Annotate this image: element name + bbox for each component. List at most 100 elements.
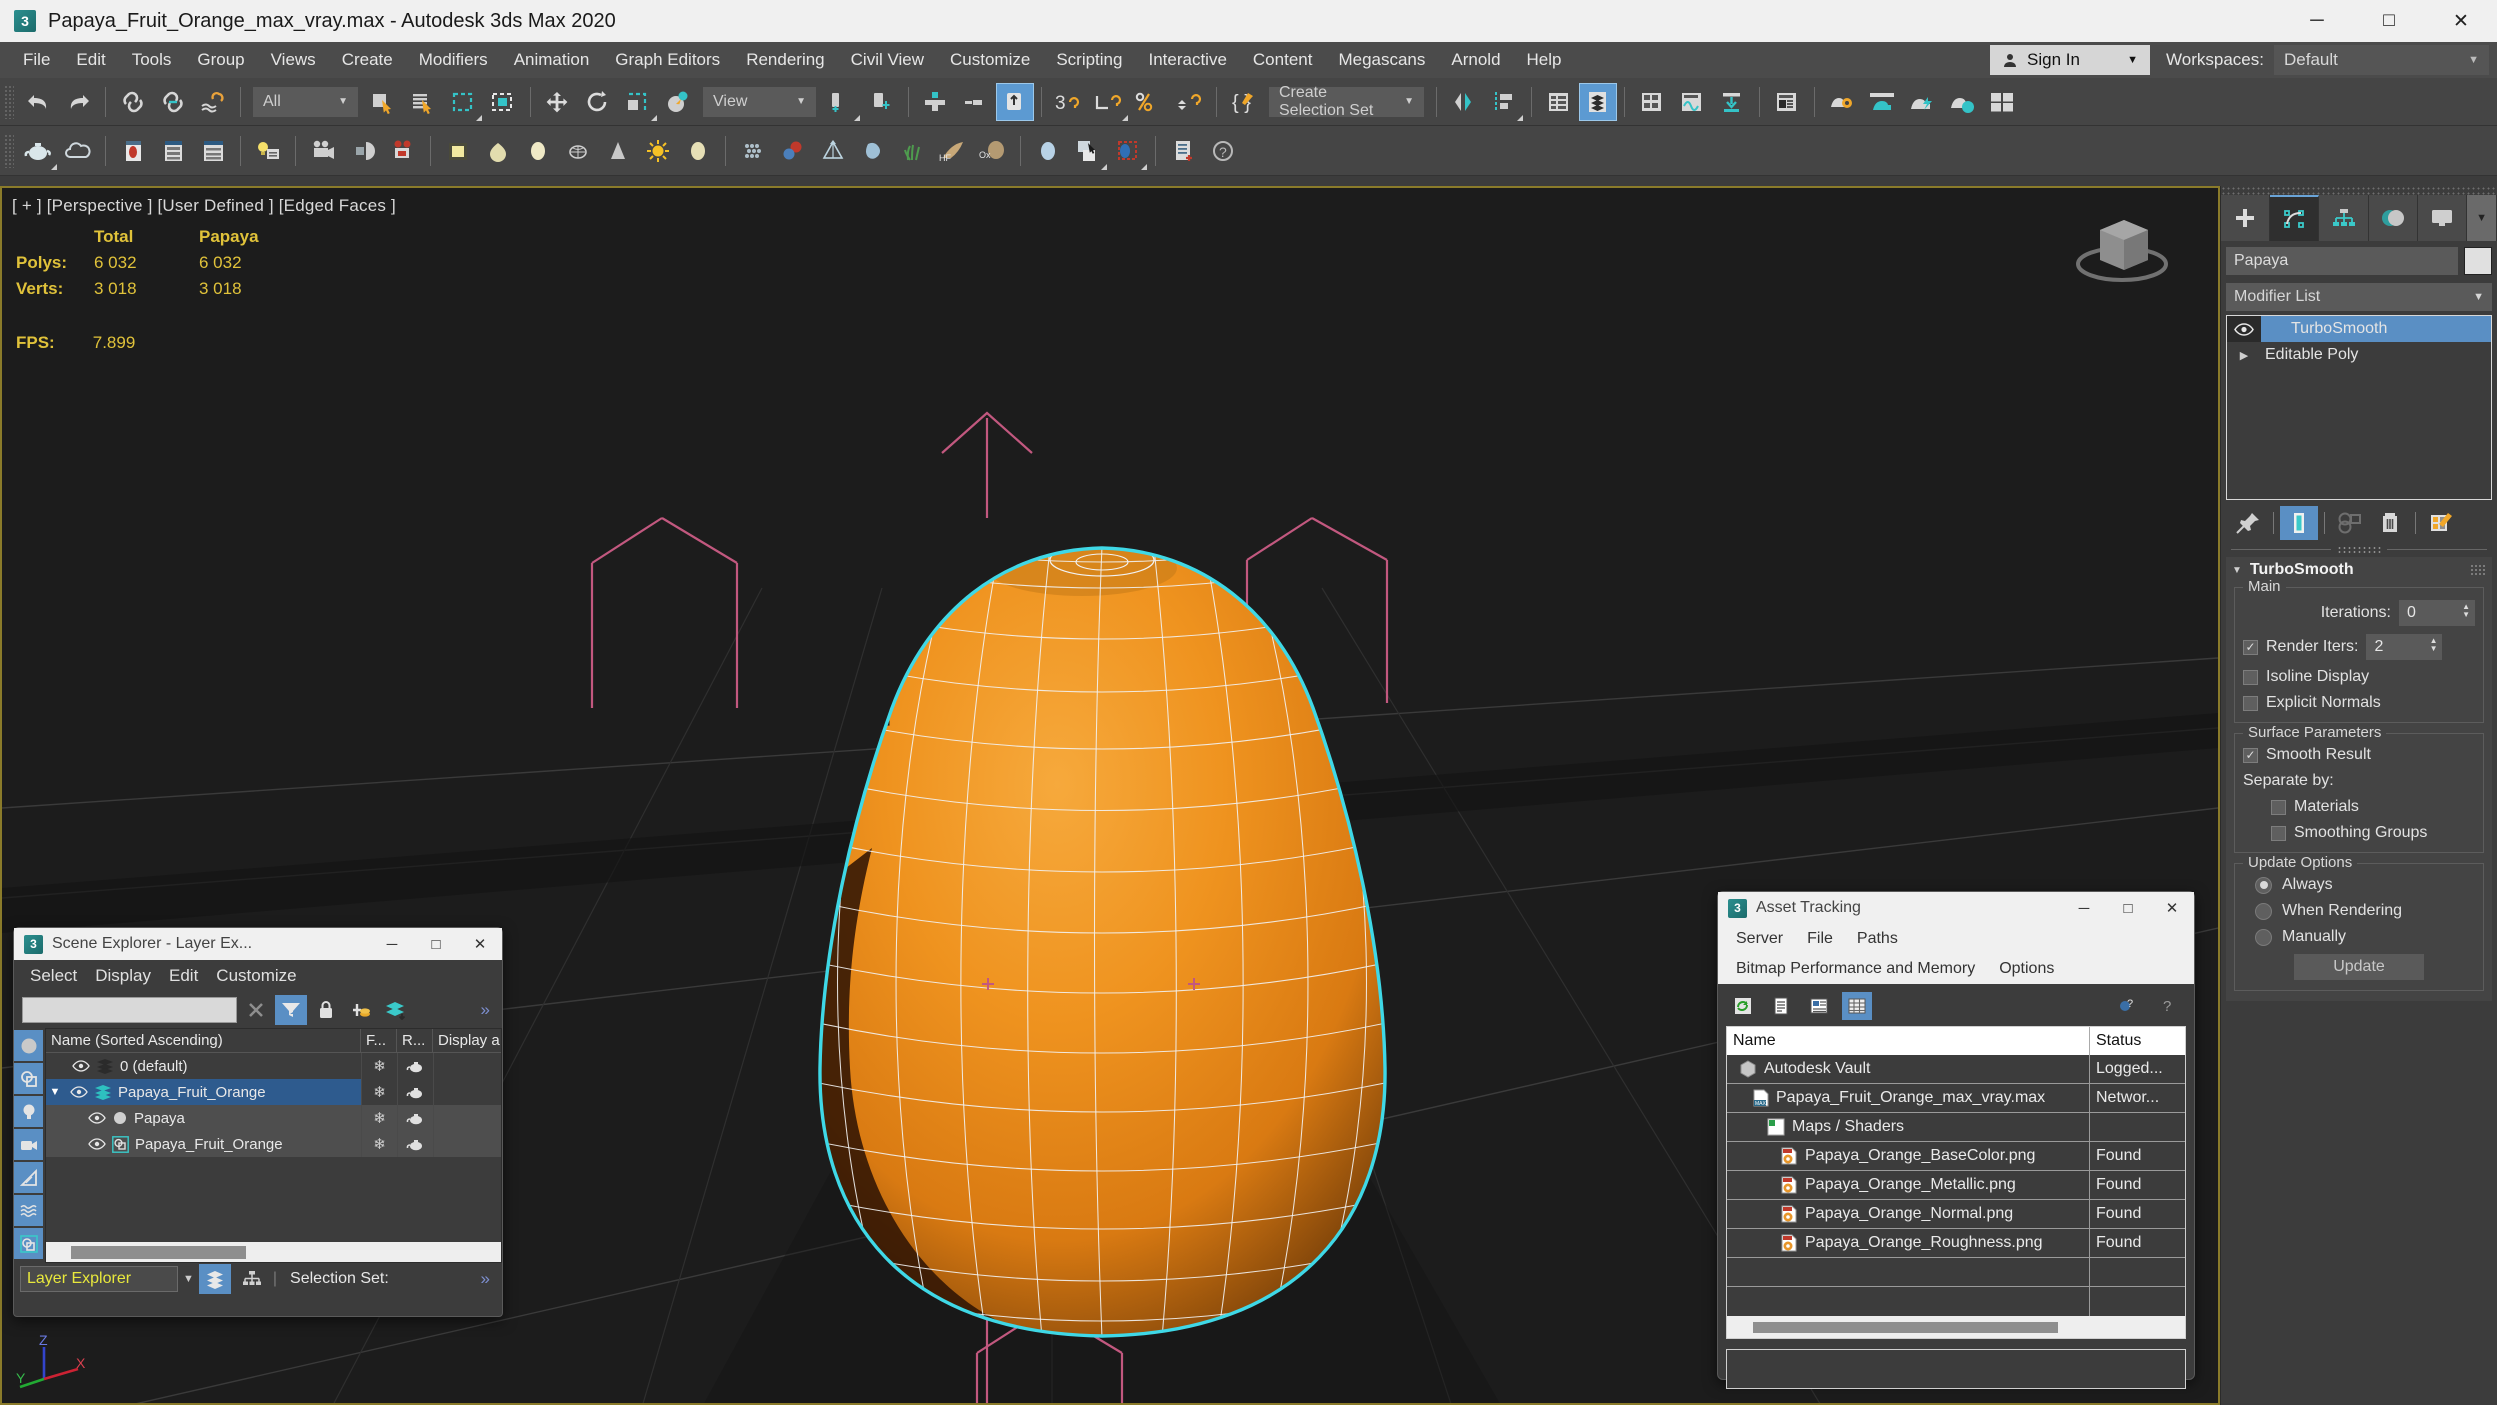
menu-graph-editors[interactable]: Graph Editors [602, 46, 733, 74]
spinner-snap-toggle-icon[interactable] [1169, 82, 1209, 122]
hair-fur-material-icon[interactable]: HF [933, 131, 973, 171]
sun-light-icon[interactable] [638, 131, 678, 171]
mirror-icon[interactable] [1444, 82, 1484, 122]
iterations-spinner[interactable]: 0 ▲ ▼ [2399, 600, 2475, 626]
render-cell[interactable] [397, 1105, 433, 1131]
explorer-mode-select[interactable]: Layer Explorer [20, 1266, 178, 1292]
eye-icon[interactable] [70, 1086, 88, 1098]
table-row[interactable]: Papaya ❄ [46, 1105, 501, 1131]
select-object-icon[interactable] [363, 82, 403, 122]
menu-modifiers[interactable]: Modifiers [406, 46, 501, 74]
use-selection-center-icon[interactable] [861, 82, 901, 122]
sign-in-button[interactable]: Sign In ▼ [1990, 45, 2151, 75]
column-status[interactable]: Status [2090, 1027, 2185, 1055]
light-icon[interactable] [343, 131, 383, 171]
toolbar-grip[interactable] [4, 84, 14, 119]
isoline-display-row[interactable]: Isoline Display [2243, 668, 2475, 686]
snowflake-icon[interactable]: ❄ [373, 1135, 386, 1153]
eye-icon[interactable] [88, 1138, 106, 1150]
viewport-label[interactable]: [ + ] [Perspective ] [User Defined ] [Ed… [12, 196, 396, 216]
cloth-material-icon[interactable] [733, 131, 773, 171]
falloff-material-icon[interactable] [813, 131, 853, 171]
filter-icon[interactable] [275, 995, 307, 1025]
maximize-button[interactable]: □ [2106, 892, 2150, 924]
snap-3d-label-icon[interactable]: 3 [1049, 82, 1089, 122]
object-name-field[interactable]: Papaya [2226, 247, 2458, 275]
modifier-stack-item-editable-poly[interactable]: ▶ Editable Poly [2227, 342, 2491, 368]
grass-material-icon[interactable] [893, 131, 933, 171]
collapse-triangle-icon[interactable]: ▼ [46, 1086, 64, 1098]
teapot-icon[interactable] [406, 1086, 426, 1099]
row-name-cell[interactable] [1727, 1258, 2090, 1286]
named-selection-set-combo[interactable]: Create Selection Set ▼ [1269, 84, 1424, 119]
maximize-button[interactable]: □ [2353, 0, 2425, 42]
list-view-icon[interactable] [1766, 992, 1796, 1020]
window-crossing-toggle-icon[interactable] [483, 82, 523, 122]
horizontal-scrollbar[interactable] [1727, 1316, 2185, 1338]
at-menu-options[interactable]: Options [1987, 958, 2066, 980]
row-name-cell[interactable]: Papaya_Orange_BaseColor.png [1727, 1142, 2090, 1170]
menu-scripting[interactable]: Scripting [1043, 46, 1135, 74]
smooth-result-checkbox[interactable]: ✓ [2243, 747, 2258, 763]
help-vault-icon[interactable]: ? [2114, 992, 2144, 1020]
at-menu-bitmap-performance[interactable]: Bitmap Performance and Memory [1724, 958, 1987, 980]
toggle-ribbon-icon[interactable] [1632, 82, 1672, 122]
help-icon[interactable]: ? [2154, 992, 2184, 1020]
asset-tracking-window[interactable]: 3 Asset Tracking ─ □ ✕ Server File Paths… [1717, 891, 2195, 1389]
toolbar-grip[interactable] [4, 133, 14, 168]
menu-edit[interactable]: Edit [63, 46, 118, 74]
chevron-down-icon[interactable]: ▼ [183, 1273, 194, 1285]
object-color-swatch[interactable] [2464, 247, 2492, 275]
freeze-cell[interactable]: ❄ [361, 1131, 397, 1157]
table-row[interactable]: Papaya_Orange_Metallic.png Found [1727, 1171, 2185, 1200]
update-option-when-rendering[interactable]: When Rendering [2243, 902, 2475, 920]
noise-material-icon[interactable] [853, 131, 893, 171]
pin-stack-icon[interactable] [2229, 506, 2267, 540]
select-and-place-icon[interactable] [658, 82, 698, 122]
tab-motion[interactable] [2368, 195, 2418, 241]
material-browser-icon[interactable] [153, 131, 193, 171]
table-row[interactable]: Autodesk Vault Logged... [1727, 1055, 2185, 1084]
explicit-normals-checkbox[interactable] [2243, 695, 2258, 711]
display-cell[interactable] [433, 1079, 501, 1105]
asset-tracking-title-bar[interactable]: 3 Asset Tracking ─ □ ✕ [1718, 892, 2194, 924]
align-icon[interactable] [1484, 82, 1524, 122]
menu-rendering[interactable]: Rendering [733, 46, 837, 74]
modifier-stack-item-turbosmooth[interactable]: TurboSmooth [2227, 316, 2491, 342]
footer-overflow-chevron-icon[interactable]: » [481, 1269, 496, 1289]
cone-material-icon[interactable] [598, 131, 638, 171]
se-menu-display[interactable]: Display [95, 966, 151, 986]
scene-explorer-grid[interactable]: Name (Sorted Ascending) F... R... Displa… [45, 1028, 502, 1263]
scene-explorer-toggle-icon[interactable] [1539, 82, 1579, 122]
column-name[interactable]: Name (Sorted Ascending) [46, 1029, 361, 1052]
selection-filter-combo[interactable]: All ▼ [253, 86, 358, 117]
tab-utilities-overflow[interactable]: ▼ [2467, 195, 2497, 241]
select-and-move-icon[interactable] [538, 82, 578, 122]
display-cell[interactable] [433, 1105, 501, 1131]
configure-modifier-sets-icon[interactable] [2422, 506, 2460, 540]
material-editor-icon[interactable] [1767, 82, 1807, 122]
minimize-button[interactable]: ─ [2062, 892, 2106, 924]
rendered-frame-window-icon[interactable] [1862, 82, 1902, 122]
cloud-object-icon[interactable] [58, 131, 98, 171]
column-name[interactable]: Name [1727, 1027, 2090, 1055]
select-and-link-icon[interactable] [113, 82, 153, 122]
radio-always[interactable] [2255, 876, 2272, 894]
filter-helpers-icon[interactable] [14, 1162, 43, 1193]
snap-toggle-icon[interactable] [956, 82, 996, 122]
material-picker-icon[interactable] [1068, 131, 1108, 171]
menu-civil-view[interactable]: Civil View [838, 46, 937, 74]
spinner-arrows-icon[interactable]: ▲ ▼ [2462, 603, 2470, 619]
add-layer-icon[interactable] [345, 995, 377, 1025]
command-panel-grip[interactable] [2221, 186, 2497, 195]
menu-tools[interactable]: Tools [119, 46, 185, 74]
filter-cameras-icon[interactable] [14, 1129, 43, 1160]
tab-modify[interactable] [2270, 195, 2320, 241]
render-production-icon[interactable] [1902, 82, 1942, 122]
expand-arrow-icon[interactable]: ▶ [2227, 349, 2261, 362]
add-selection-to-layer-icon[interactable] [380, 995, 412, 1025]
freeze-cell[interactable]: ❄ [361, 1105, 397, 1131]
show-end-result-icon[interactable] [2280, 506, 2318, 540]
table-view-icon[interactable] [1842, 992, 1872, 1020]
table-row[interactable]: MAX Papaya_Fruit_Orange_max_vray.max Net… [1727, 1084, 2185, 1113]
